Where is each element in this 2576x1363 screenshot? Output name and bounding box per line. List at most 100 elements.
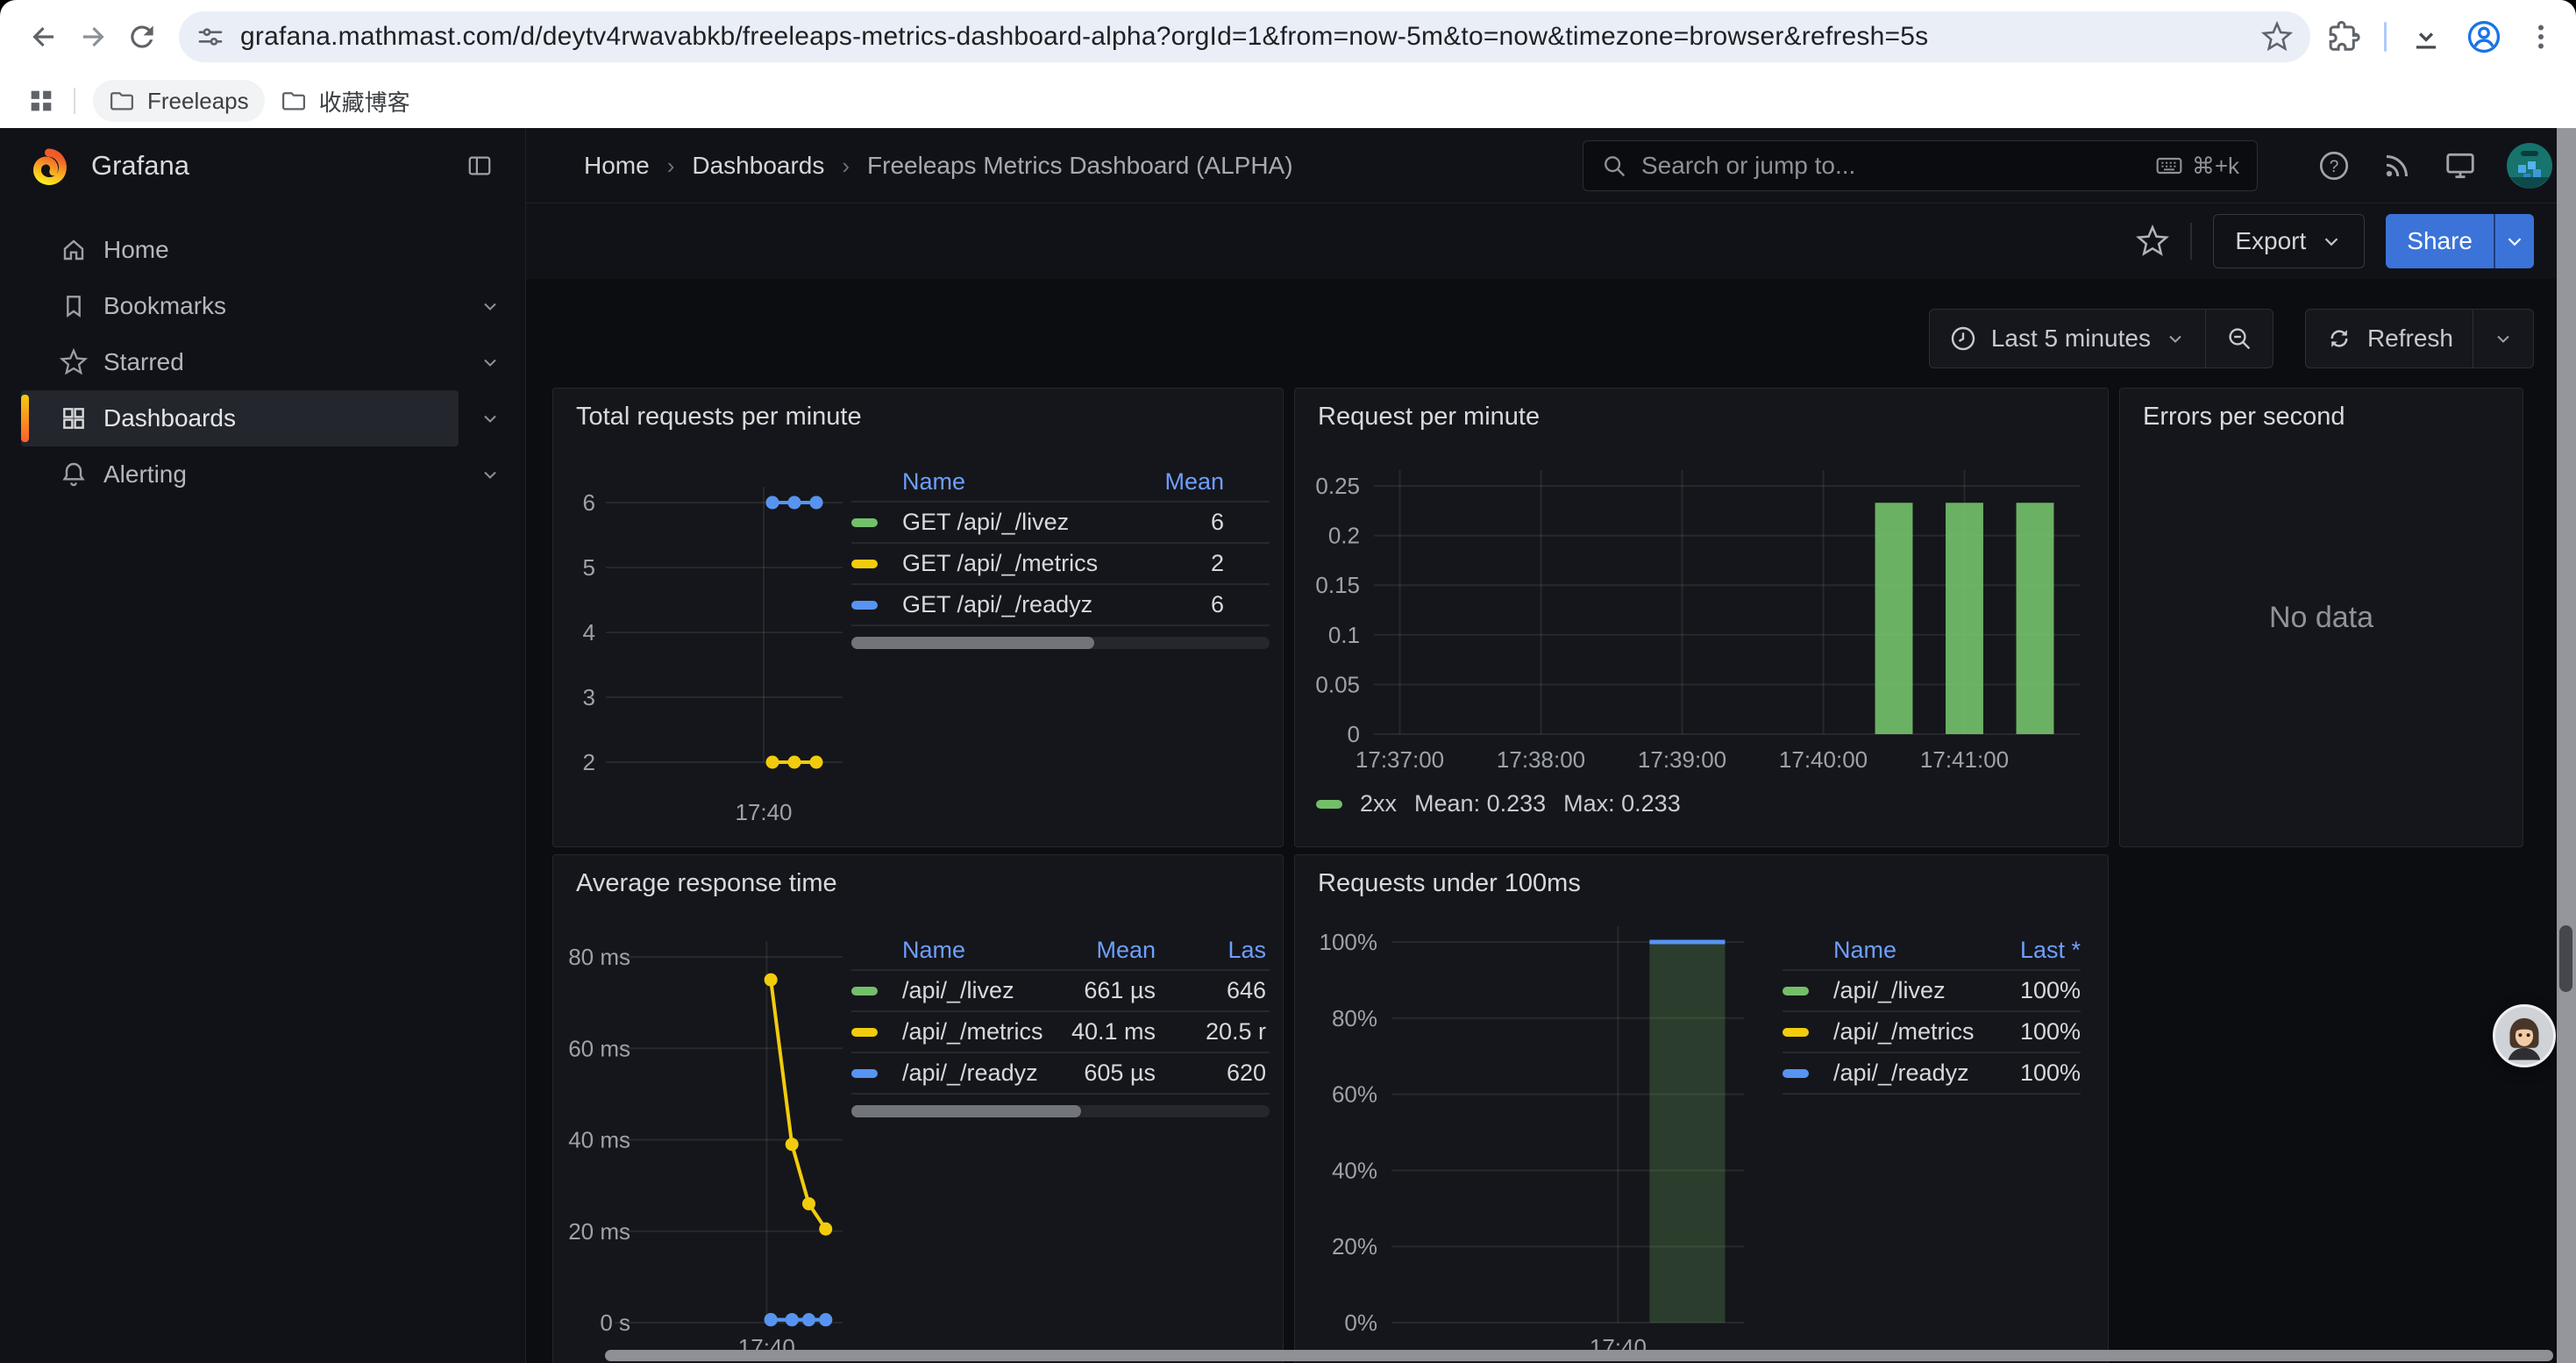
apps-grid-icon[interactable] bbox=[26, 86, 56, 116]
dock-sidebar-icon bbox=[466, 153, 493, 179]
legend-row[interactable]: GET /api/_/livez6 bbox=[851, 503, 1270, 544]
legend-column-mean[interactable]: Mean bbox=[1138, 468, 1270, 496]
legend-row[interactable]: GET /api/_/metrics2 bbox=[851, 544, 1270, 585]
zoom-out-button[interactable] bbox=[2205, 310, 2273, 368]
legend-scrollbar-thumb[interactable] bbox=[851, 1105, 1081, 1117]
kiosk-mode-button[interactable] bbox=[2443, 148, 2478, 183]
site-settings-icon[interactable] bbox=[196, 23, 224, 51]
page-scrollbar-horizontal[interactable] bbox=[605, 1350, 2553, 1361]
series-name[interactable]: GET /api/_/livez bbox=[902, 509, 1138, 536]
breadcrumb: Home › Dashboards › Freeleaps Metrics Da… bbox=[584, 128, 1293, 203]
grafana-logo-icon[interactable] bbox=[26, 145, 68, 187]
menu-kebab-icon[interactable] bbox=[2525, 21, 2557, 53]
series-swatch[interactable] bbox=[851, 1069, 878, 1078]
legend-scrollbar[interactable] bbox=[851, 637, 1270, 649]
legend-row[interactable]: /api/_/livez661 µs646 bbox=[851, 971, 1270, 1012]
chevron-down-icon[interactable] bbox=[480, 408, 501, 429]
series-name[interactable]: /api/_/livez bbox=[1833, 977, 1984, 1004]
sidebar-item-dashboards[interactable]: Dashboards bbox=[0, 390, 525, 446]
sidebar-item-bookmarks[interactable]: Bookmarks bbox=[0, 278, 525, 334]
url-text[interactable]: grafana.mathmast.com/d/deytv4rwavabkb/fr… bbox=[240, 22, 2261, 52]
bookmark-folder-freeleaps[interactable]: Freeleaps bbox=[93, 80, 265, 122]
series-name[interactable]: /api/_/livez bbox=[902, 977, 1059, 1004]
reload-button[interactable] bbox=[117, 12, 167, 61]
sidebar-collapse-button[interactable] bbox=[460, 146, 499, 185]
series-name[interactable]: 2xx bbox=[1360, 790, 1397, 817]
series-swatch[interactable] bbox=[851, 987, 878, 995]
export-button[interactable]: Export bbox=[2213, 214, 2365, 268]
legend-row[interactable]: /api/_/readyz100% bbox=[1783, 1053, 2081, 1095]
legend-row[interactable]: /api/_/readyz605 µs620 bbox=[851, 1053, 1270, 1095]
legend-column-name[interactable]: Name bbox=[851, 937, 1059, 964]
legend-column-name[interactable]: Name bbox=[851, 468, 1138, 496]
series-name[interactable]: /api/_/readyz bbox=[1833, 1060, 1984, 1087]
refresh-button[interactable]: Refresh bbox=[2306, 310, 2473, 368]
breadcrumb-home[interactable]: Home bbox=[584, 152, 650, 180]
bookmark-star-icon[interactable] bbox=[2261, 21, 2293, 53]
series-name[interactable]: GET /api/_/metrics bbox=[902, 550, 1138, 577]
legend-row[interactable]: /api/_/metrics40.1 ms20.5 r bbox=[851, 1012, 1270, 1053]
timeseries-chart[interactable]: 80 ms60 ms40 ms20 ms0 s17:40NameMeanLas/… bbox=[553, 855, 1283, 1363]
legend-column-name[interactable]: Name bbox=[1783, 937, 1984, 964]
legend-column-las[interactable]: Las bbox=[1156, 937, 1270, 964]
series-name[interactable]: /api/_/metrics bbox=[1833, 1018, 1984, 1045]
scrollbar-thumb[interactable] bbox=[2559, 925, 2572, 992]
favorite-dashboard-star-icon[interactable] bbox=[2136, 225, 2169, 258]
series-name[interactable]: /api/_/readyz bbox=[902, 1060, 1059, 1087]
timeseries-chart[interactable]: 6543217:40NameMeanGET /api/_/livez6GET /… bbox=[553, 389, 1283, 846]
no-data-panel[interactable]: No data bbox=[2120, 389, 2523, 846]
news-button[interactable] bbox=[2380, 148, 2415, 183]
panel-title[interactable]: Total requests per minute bbox=[576, 403, 862, 432]
refresh-interval-button[interactable] bbox=[2473, 310, 2533, 368]
grafana-topnav: Home › Dashboards › Freeleaps Metrics Da… bbox=[526, 128, 2576, 203]
breadcrumb-dashboards[interactable]: Dashboards bbox=[692, 152, 824, 180]
series-swatch[interactable] bbox=[851, 601, 878, 610]
panel-title[interactable]: Errors per second bbox=[2143, 403, 2345, 432]
series-name[interactable]: GET /api/_/readyz bbox=[902, 591, 1138, 618]
chevron-down-icon[interactable] bbox=[480, 352, 501, 373]
sidebar-item-home[interactable]: Home bbox=[0, 222, 525, 278]
url-bar[interactable]: grafana.mathmast.com/d/deytv4rwavabkb/fr… bbox=[179, 11, 2310, 62]
search-input[interactable]: Search or jump to... ⌘+k bbox=[1583, 140, 2258, 191]
series-swatch[interactable] bbox=[851, 518, 878, 527]
bookmark-folder-blogs[interactable]: 收藏博客 bbox=[265, 80, 426, 122]
panel-title[interactable]: Requests under 100ms bbox=[1318, 869, 1581, 898]
help-button[interactable]: ? bbox=[2316, 148, 2352, 183]
sidebar-item-starred[interactable]: Starred bbox=[0, 334, 525, 390]
sidebar-item-alerting[interactable]: Alerting bbox=[0, 446, 525, 503]
series-swatch[interactable] bbox=[851, 560, 878, 568]
share-menu-button[interactable] bbox=[2494, 214, 2534, 268]
panel-title[interactable]: Average response time bbox=[576, 869, 837, 898]
extensions-icon[interactable] bbox=[2328, 20, 2361, 54]
series-swatch[interactable] bbox=[851, 1028, 878, 1037]
legend-column-mean[interactable]: Mean bbox=[1059, 937, 1156, 964]
series-swatch[interactable] bbox=[1783, 1069, 1809, 1078]
legend-row[interactable]: /api/_/livez100% bbox=[1783, 971, 2081, 1012]
svg-text:100%: 100% bbox=[1320, 929, 1378, 955]
series-swatch[interactable] bbox=[1783, 1028, 1809, 1037]
legend-column-last[interactable]: Last * bbox=[1984, 937, 2081, 964]
grafana-brand[interactable]: Grafana bbox=[91, 150, 189, 182]
user-avatar[interactable] bbox=[2506, 142, 2553, 189]
panel-title[interactable]: Request per minute bbox=[1318, 403, 1540, 432]
page-scrollbar-vertical[interactable] bbox=[2557, 128, 2576, 1363]
series-swatch[interactable] bbox=[1783, 987, 1809, 995]
forward-button[interactable] bbox=[68, 12, 117, 61]
rss-icon bbox=[2381, 150, 2413, 182]
series-name[interactable]: /api/_/metrics bbox=[902, 1018, 1059, 1045]
floating-assistant-avatar[interactable] bbox=[2493, 1004, 2556, 1067]
percent-bar-chart[interactable]: 100%80%60%40%20%0%17:40NameLast */api/_/… bbox=[1295, 855, 2108, 1363]
time-range-picker[interactable]: Last 5 minutes bbox=[1930, 310, 2205, 368]
bar-chart[interactable]: 0.250.20.150.10.05017:37:0017:38:0017:39… bbox=[1295, 389, 2108, 846]
downloads-icon[interactable] bbox=[2409, 20, 2443, 54]
chevron-down-icon[interactable] bbox=[480, 464, 501, 485]
legend-row[interactable]: GET /api/_/readyz6 bbox=[851, 585, 1270, 626]
back-button[interactable] bbox=[19, 12, 68, 61]
legend-scrollbar-thumb[interactable] bbox=[851, 637, 1094, 649]
share-button[interactable]: Share bbox=[2386, 214, 2494, 268]
legend-scrollbar[interactable] bbox=[851, 1105, 1270, 1117]
series-swatch[interactable] bbox=[1316, 800, 1342, 809]
profile-avatar-icon[interactable] bbox=[2466, 18, 2502, 55]
chevron-down-icon[interactable] bbox=[480, 296, 501, 317]
legend-row[interactable]: /api/_/metrics100% bbox=[1783, 1012, 2081, 1053]
